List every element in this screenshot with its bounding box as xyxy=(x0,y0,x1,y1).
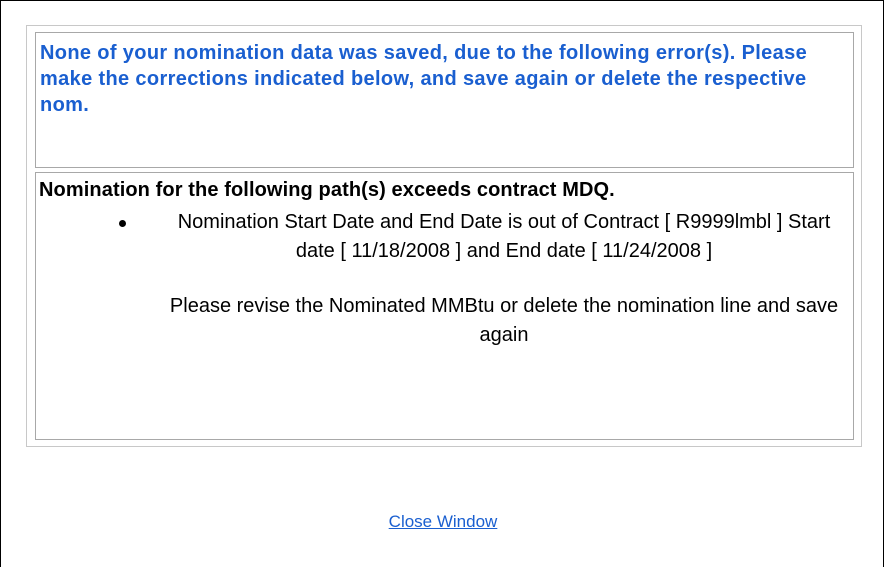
error-title: Nomination for the following path(s) exc… xyxy=(39,179,615,201)
close-window-link[interactable]: Close Window xyxy=(0,512,886,532)
error-item-text: Nomination Start Date and End Date is ou… xyxy=(177,211,831,262)
error-list: Nomination Start Date and End Date is ou… xyxy=(39,208,853,266)
error-summary-cell: None of your nomination data was saved, … xyxy=(35,32,854,168)
revise-instruction: Please revise the Nominated MMBtu or del… xyxy=(169,295,839,346)
error-message-table: None of your nomination data was saved, … xyxy=(26,25,862,447)
error-list-item: Nomination Start Date and End Date is ou… xyxy=(39,208,853,266)
error-summary-text: None of your nomination data was saved, … xyxy=(40,42,808,116)
error-detail-cell: Nomination for the following path(s) exc… xyxy=(35,172,854,440)
bullet-icon xyxy=(119,220,126,227)
